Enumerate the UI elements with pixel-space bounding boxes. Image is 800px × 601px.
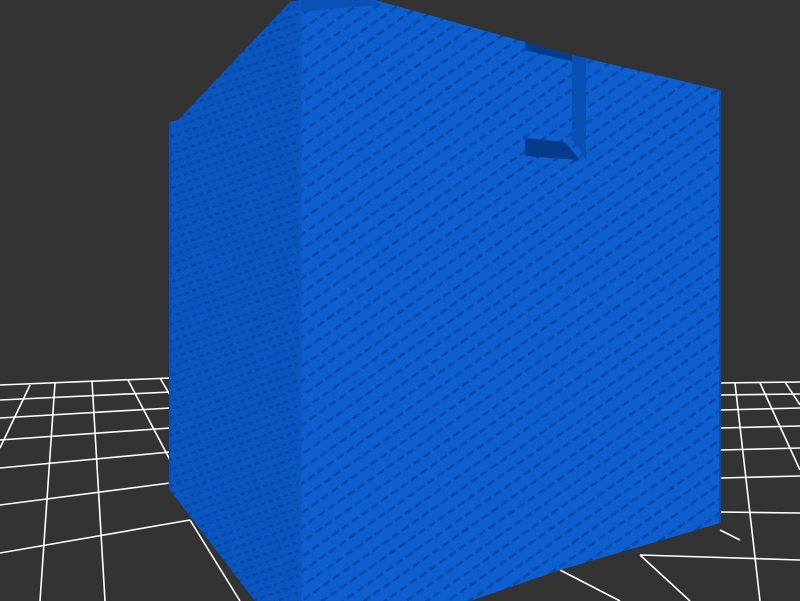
3d-viewport[interactable] — [0, 0, 800, 601]
box-front-face[interactable] — [300, 0, 720, 601]
box-model[interactable] — [169, 0, 721, 601]
scene-canvas[interactable] — [0, 0, 800, 601]
slot-cutout — [525, 55, 586, 160]
box-left-face[interactable] — [170, 0, 300, 601]
